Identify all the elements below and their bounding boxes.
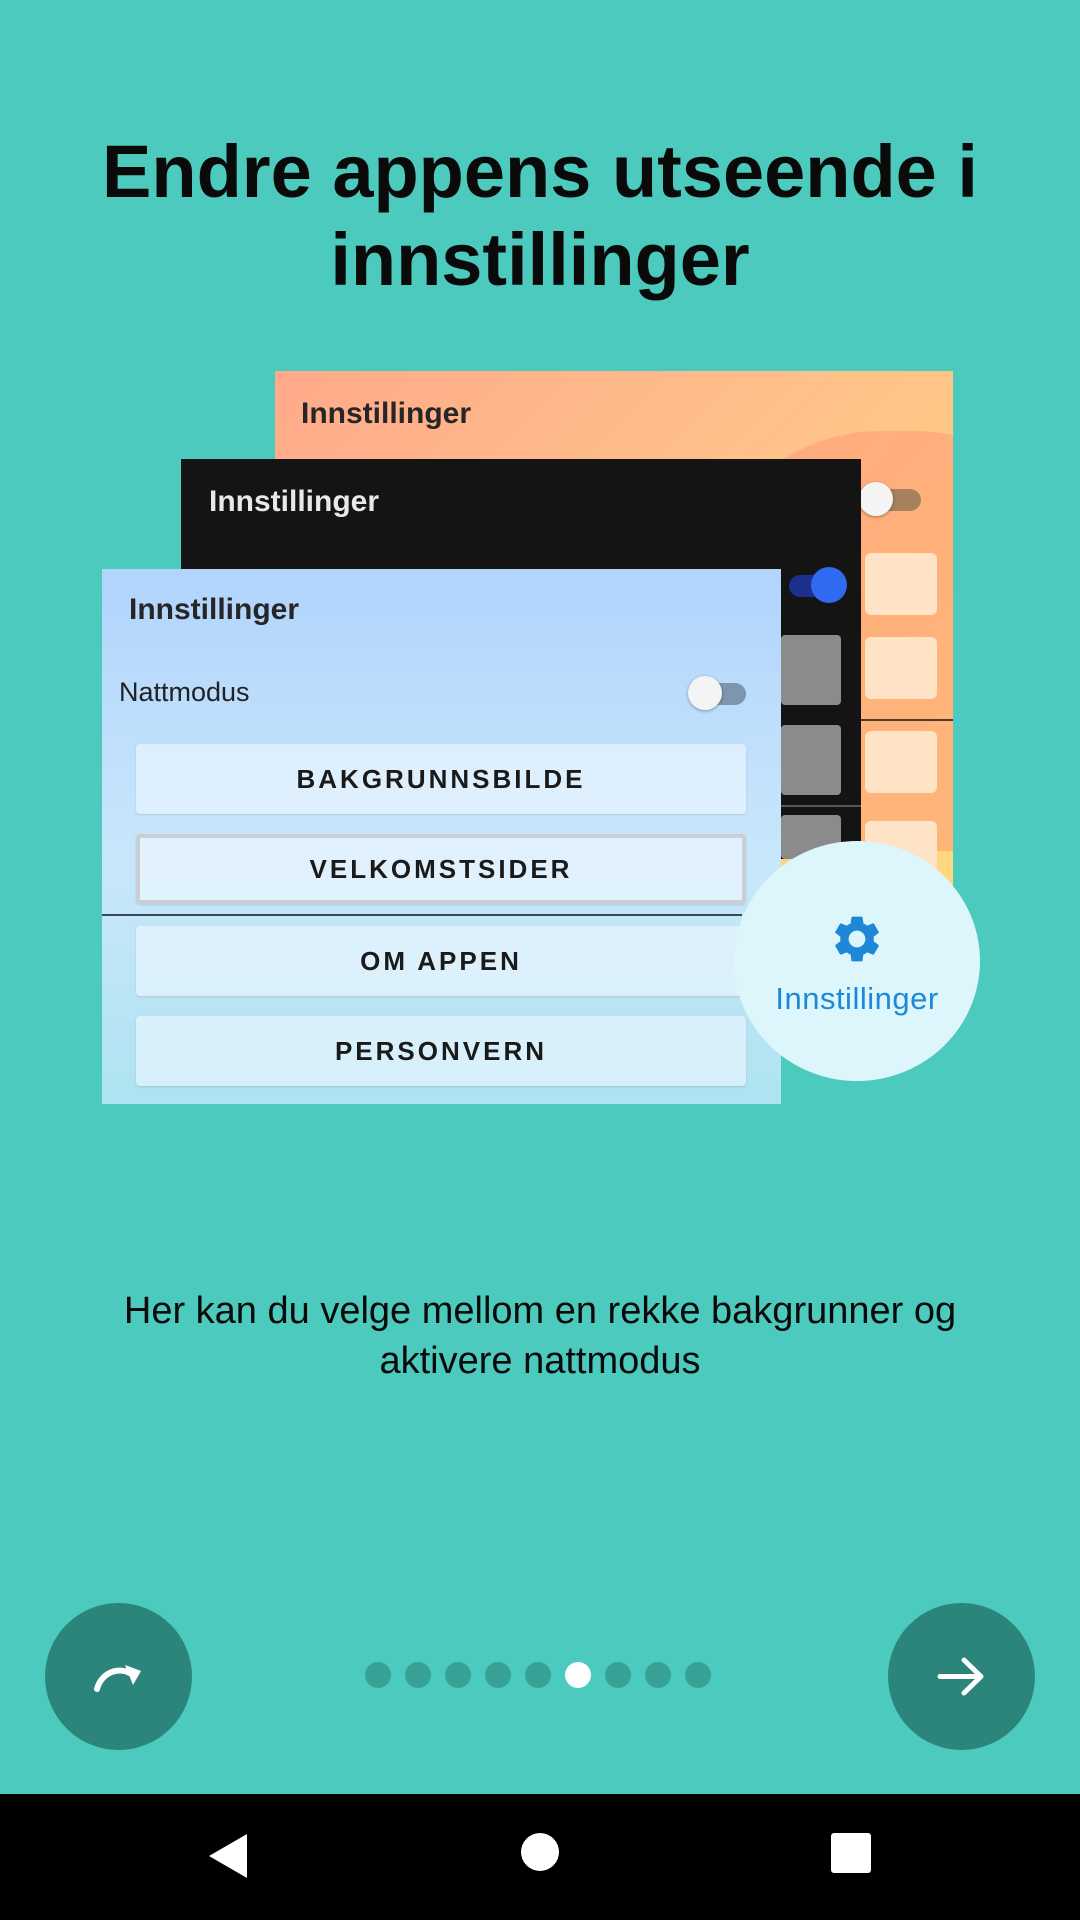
divider: [102, 914, 742, 916]
night-mode-label: Nattmodus: [119, 677, 250, 707]
description-line-1: Her kan du velge mellom en rekke bakgrun…: [123, 1290, 957, 1332]
page-title-line-2: innstillinger: [330, 218, 750, 301]
night-mode-toggle: [688, 676, 746, 710]
orange-card-title: Innstillinger: [301, 397, 472, 430]
light-theme-card: Innstillinger Nattmodus BAKGRUNNSBILDE V…: [102, 569, 781, 1104]
next-button[interactable]: [888, 1603, 1035, 1750]
home-circle-icon[interactable]: [518, 1830, 562, 1874]
skip-button[interactable]: [45, 1603, 192, 1750]
system-navigation-bar: [0, 1794, 1080, 1920]
page-dot[interactable]: [405, 1662, 431, 1688]
light-card-title: Innstillinger: [129, 593, 300, 626]
page-dot[interactable]: [485, 1662, 511, 1688]
page-description: Her kan du velge mellom en rekke bakgrun…: [60, 1286, 1020, 1386]
welcome-pages-button: VELKOMSTSIDER: [136, 834, 746, 904]
gear-icon: [835, 916, 879, 962]
page-dot[interactable]: [365, 1662, 391, 1688]
background-image-button: BAKGRUNNSBILDE: [136, 744, 746, 814]
page-dot-active[interactable]: [565, 1662, 591, 1688]
dark-card-toggle: [789, 567, 847, 603]
page-dot[interactable]: [525, 1662, 551, 1688]
page-indicator: [365, 1662, 711, 1690]
recents-square-icon[interactable]: [828, 1830, 874, 1876]
page-title: Endre appens utseende i innstillinger: [60, 128, 1020, 304]
page-title-line-1: Endre appens utseende i: [102, 130, 978, 213]
page-dot[interactable]: [445, 1662, 471, 1688]
redo-arrow-icon: [94, 1665, 141, 1692]
page-dot[interactable]: [605, 1662, 631, 1688]
settings-badge: Innstillinger: [734, 841, 980, 1081]
dark-card-title: Innstillinger: [209, 485, 380, 518]
privacy-button: PERSONVERN: [136, 1016, 746, 1086]
page-dot[interactable]: [685, 1662, 711, 1688]
description-line-2: aktivere nattmodus: [379, 1340, 701, 1382]
settings-badge-label: Innstillinger: [775, 981, 939, 1016]
about-app-button: OM APPEN: [136, 926, 746, 996]
arrow-right-icon: [937, 1657, 984, 1696]
back-triangle-icon[interactable]: [203, 1830, 253, 1882]
page-dot[interactable]: [645, 1662, 671, 1688]
orange-card-toggle: [859, 482, 921, 516]
